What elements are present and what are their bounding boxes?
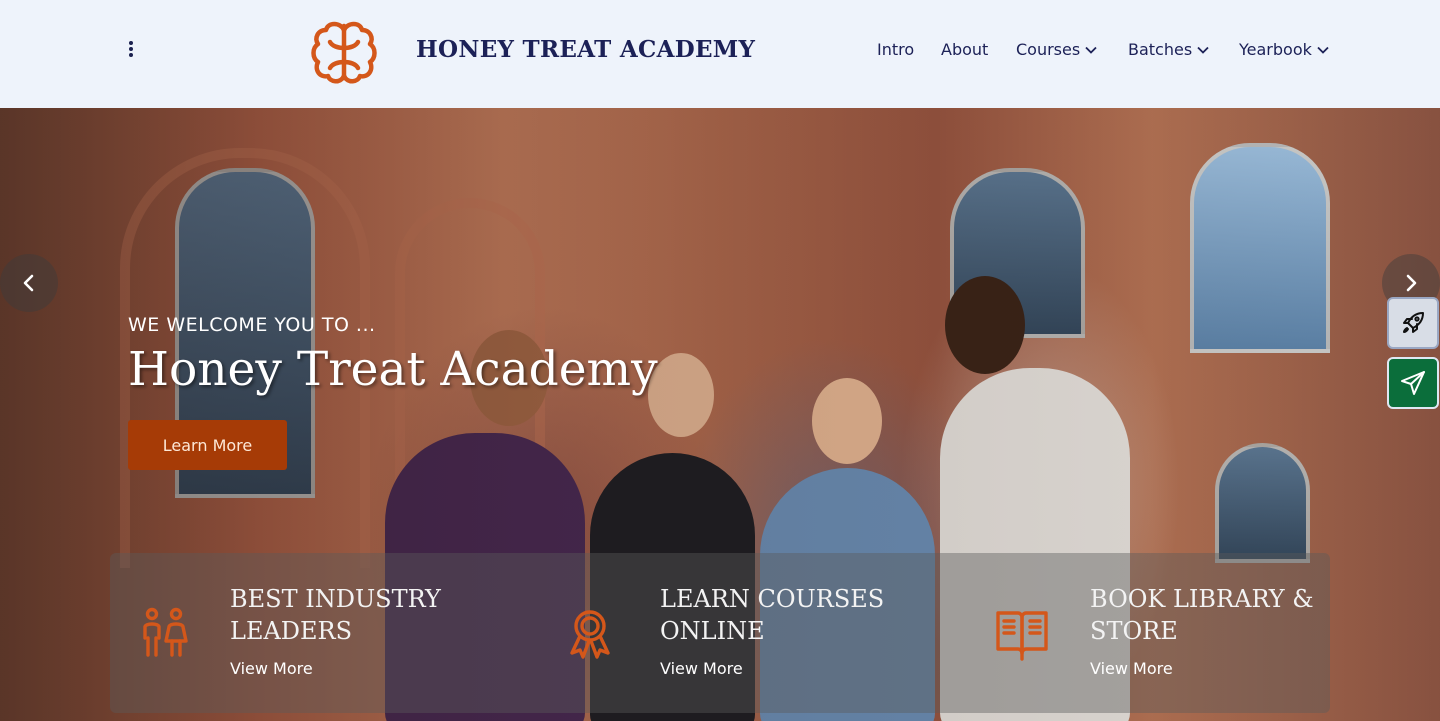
feature-title-line: BOOK LIBRARY & [1090, 585, 1314, 613]
feature-title-line: ONLINE [660, 617, 765, 645]
chevron-down-icon [1085, 46, 1097, 54]
nav-courses-label: Courses [1016, 40, 1081, 59]
chevron-left-icon [23, 274, 34, 292]
nav-batches[interactable]: Batches [1128, 40, 1210, 59]
features-bar: BEST INDUSTRY LEADERS View More LEARN CO… [110, 553, 1330, 713]
feature-title-line: BEST INDUSTRY [230, 585, 441, 613]
chevron-down-icon [1197, 46, 1209, 54]
nav-yearbook-label: Yearbook [1239, 40, 1312, 59]
people-icon [143, 607, 188, 657]
chevron-down-icon [1317, 46, 1329, 54]
learn-more-button[interactable]: Learn More [128, 420, 287, 470]
brain-logo-icon[interactable] [308, 16, 380, 88]
feature-card-leaders: BEST INDUSTRY LEADERS View More [136, 553, 556, 713]
nav-yearbook[interactable]: Yearbook [1239, 40, 1330, 59]
feature-title: LEARN COURSES ONLINE [660, 583, 884, 647]
feature-title: BEST INDUSTRY LEADERS [230, 583, 441, 647]
feature-card-library: BOOK LIBRARY & STORE View More [994, 553, 1324, 713]
paper-plane-icon [1401, 371, 1425, 395]
site-header: HONEY TREAT ACADEMY Intro About Courses … [0, 0, 1440, 108]
brand-name[interactable]: HONEY TREAT ACADEMY [416, 36, 755, 63]
nav-intro[interactable]: Intro [877, 40, 914, 59]
nav-about-label: About [941, 40, 989, 59]
view-more-link[interactable]: View More [230, 659, 313, 678]
nav-intro-label: Intro [877, 40, 915, 59]
rocket-button[interactable] [1387, 297, 1439, 349]
view-more-link[interactable]: View More [1090, 659, 1173, 678]
feature-title-line: STORE [1090, 617, 1178, 645]
feature-card-courses: LEARN COURSES ONLINE View More [562, 553, 982, 713]
rocket-icon [1403, 312, 1424, 333]
hero-title: Honey Treat Academy [128, 342, 658, 397]
chevron-right-icon [1406, 274, 1417, 292]
feature-title-line: LEADERS [230, 617, 353, 645]
slider-prev-button[interactable] [0, 254, 58, 312]
feature-title: BOOK LIBRARY & STORE [1090, 583, 1314, 647]
send-button[interactable] [1387, 357, 1439, 409]
feature-title-line: LEARN COURSES [660, 585, 885, 613]
award-ribbon-icon [570, 610, 610, 659]
nav-about[interactable]: About [941, 40, 988, 59]
view-more-link[interactable]: View More [660, 659, 743, 678]
kebab-menu-icon[interactable] [124, 38, 138, 60]
nav-batches-label: Batches [1128, 40, 1193, 59]
nav-courses[interactable]: Courses [1016, 40, 1098, 59]
hero-slider: WE WELCOME YOU TO ... Honey Treat Academ… [0, 108, 1440, 721]
hero-welcome-text: WE WELCOME YOU TO ... [128, 314, 376, 336]
open-book-icon [996, 611, 1048, 661]
